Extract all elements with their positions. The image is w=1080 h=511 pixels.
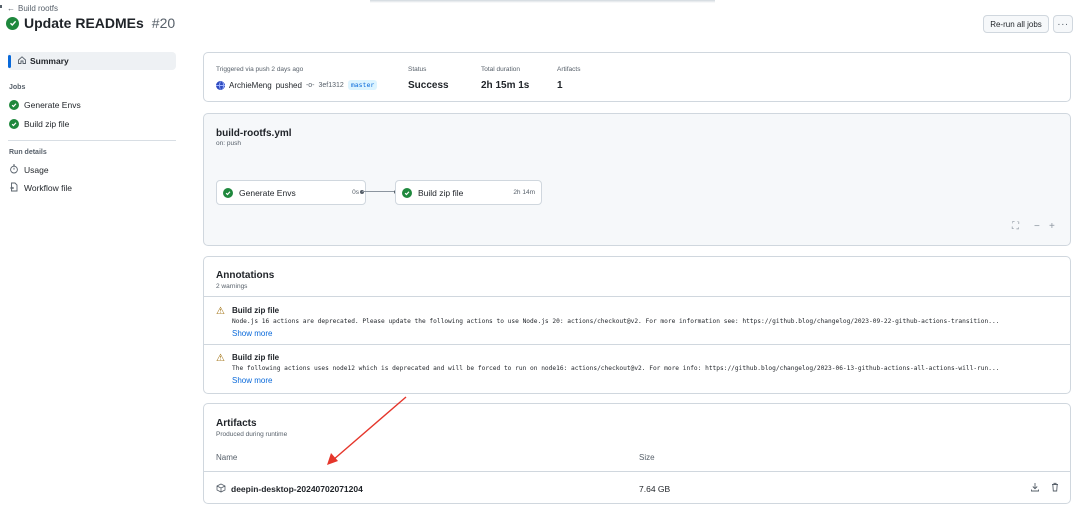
avatar: [216, 80, 225, 90]
sidebar-item-label: Workflow file: [24, 183, 73, 193]
sidebar-item-build-zip-file[interactable]: Build zip file: [9, 119, 69, 129]
check-circle-icon: [9, 119, 19, 129]
trigger-details: ArchieMeng pushed -o- 3ef1312 master: [216, 80, 378, 90]
sidebar-item-label: Summary: [30, 56, 69, 66]
sidebar-divider: [8, 140, 176, 141]
sidebar-item-workflow-file[interactable]: Workflow file: [9, 182, 72, 194]
home-icon: [17, 55, 27, 67]
show-more-link[interactable]: Show more: [232, 329, 272, 338]
run-details-heading: Run details: [9, 149, 47, 156]
commit-icon: -o-: [305, 81, 315, 89]
workflow-trigger: on: push: [216, 140, 241, 147]
sidebar-item-label: Usage: [24, 165, 49, 175]
sidebar-item-label: Generate Envs: [24, 100, 81, 110]
divider: [204, 471, 1070, 472]
check-circle-icon: [223, 187, 233, 198]
status-label: Status: [408, 66, 427, 73]
commit-link[interactable]: 3ef1312: [319, 82, 344, 89]
annotations-title: Annotations: [216, 270, 275, 281]
show-more-link[interactable]: Show more: [232, 376, 272, 385]
column-header-name: Name: [216, 453, 238, 462]
sidebar-item-label: Build zip file: [24, 119, 70, 129]
rerun-all-jobs-button[interactable]: Re-run all jobs: [983, 15, 1049, 33]
divider: [204, 296, 1070, 297]
column-header-size: Size: [639, 453, 655, 462]
stopwatch-icon: [9, 164, 19, 176]
artifact-name-link[interactable]: deepin-desktop-20240702071204: [231, 484, 363, 494]
branch-badge[interactable]: master: [347, 80, 378, 90]
duration-value: 2h 15m 1s: [481, 80, 530, 91]
artifact-size: 7.64 GB: [639, 484, 671, 494]
trash-icon[interactable]: [1050, 482, 1060, 495]
annotation-message: The following actions uses node12 which …: [232, 365, 1000, 372]
fullscreen-icon[interactable]: ⛶: [1012, 221, 1019, 232]
artifacts-count-value: 1: [557, 80, 563, 91]
more-options-button[interactable]: ···: [1053, 15, 1073, 33]
run-number: #20: [151, 15, 176, 31]
back-link[interactable]: ← Build rootfs: [7, 4, 58, 13]
check-circle-icon: [9, 100, 19, 110]
job-node-duration: 2h 14m: [513, 189, 535, 196]
divider: [204, 344, 1070, 345]
check-circle-icon: [402, 187, 412, 198]
trigger-label: Triggered via push 2 days ago: [216, 66, 304, 73]
check-circle-icon: [6, 16, 19, 30]
sidebar-item-summary[interactable]: Summary: [8, 52, 176, 70]
artifacts-card: Artifacts Produced during runtime Name S…: [203, 403, 1071, 504]
annotations-card: Annotations 2 warnings ⚠ Build zip file …: [203, 256, 1071, 394]
jobs-heading: Jobs: [9, 84, 26, 91]
artifact-row[interactable]: deepin-desktop-20240702071204: [216, 483, 363, 495]
zoom-in-button[interactable]: +: [1049, 221, 1055, 232]
sidebar-item-usage[interactable]: Usage: [9, 164, 49, 176]
download-icon[interactable]: [1030, 482, 1040, 495]
annotations-count: 2 warnings: [216, 283, 248, 290]
active-indicator: [8, 54, 11, 68]
file-icon: [9, 182, 19, 194]
back-link-label: Build rootfs: [18, 4, 59, 13]
package-icon: [216, 483, 226, 495]
corner-mark: [0, 5, 2, 8]
annotation-message: Node.js 16 actions are deprecated. Pleas…: [232, 318, 1000, 325]
warning-icon: ⚠: [216, 306, 225, 317]
job-node-generate-envs[interactable]: Generate Envs 0s: [216, 180, 366, 205]
artifacts-count-label: Artifacts: [557, 66, 581, 73]
page-title: Update READMEs: [24, 15, 144, 31]
job-node-duration: 0s: [352, 189, 359, 196]
top-overlay-shadow: [370, 0, 715, 3]
annotation-job-link[interactable]: Build zip file: [232, 353, 279, 362]
status-value: Success: [408, 80, 449, 91]
job-connector: [362, 191, 396, 192]
actor-link[interactable]: ArchieMeng: [229, 81, 272, 90]
duration-label: Total duration: [481, 66, 521, 73]
job-node-label: Build zip file: [418, 187, 464, 198]
workflow-graph-card: build-rootfs.yml on: push Generate Envs …: [203, 113, 1071, 246]
sidebar-item-generate-envs[interactable]: Generate Envs: [9, 100, 81, 110]
job-node-label: Generate Envs: [239, 187, 296, 198]
zoom-out-button[interactable]: −: [1034, 221, 1040, 232]
artifacts-title: Artifacts: [216, 418, 257, 429]
arrow-left-icon: ←: [7, 4, 15, 13]
job-node-build-zip-file[interactable]: Build zip file 2h 14m: [395, 180, 542, 205]
workflow-file-name: build-rootfs.yml: [216, 128, 292, 139]
run-title-bar: Update READMEs #20: [6, 15, 175, 31]
actor-action: pushed: [275, 80, 302, 90]
artifacts-subtitle: Produced during runtime: [216, 431, 288, 438]
run-summary-card: Triggered via push 2 days ago ArchieMeng…: [203, 52, 1071, 102]
warning-icon: ⚠: [216, 353, 225, 364]
annotation-job-link[interactable]: Build zip file: [232, 306, 279, 315]
